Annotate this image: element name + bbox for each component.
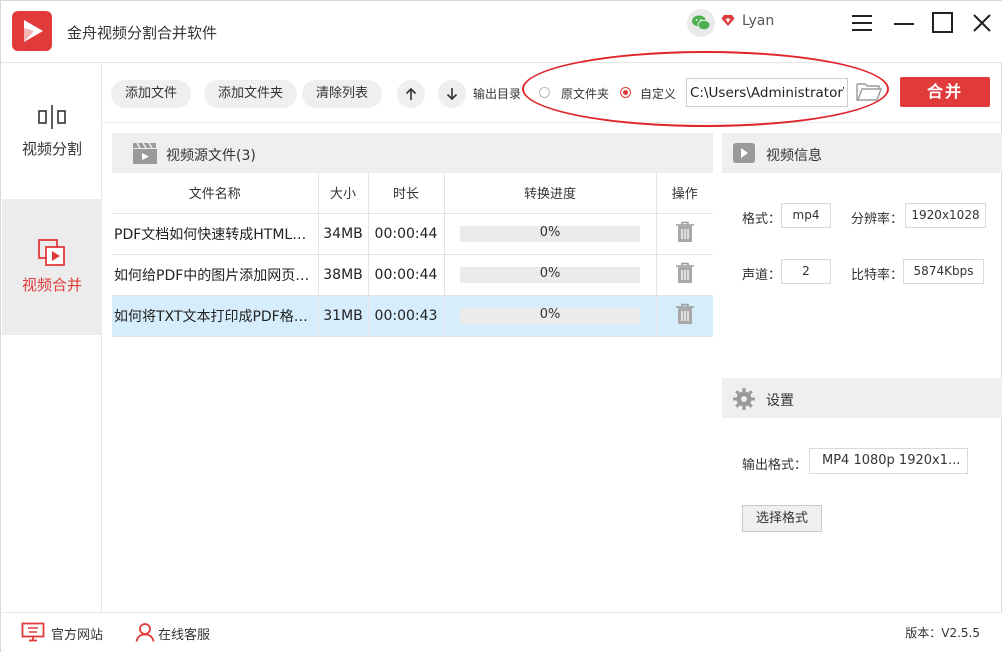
format-label: 格式： [742,212,782,227]
radio-custom-label[interactable]: 自定义 [640,85,676,102]
column-header-duration: 时长 [368,173,445,214]
toolbar: 添加文件 添加文件夹 清除列表 输出目录 原文件夹 自定义 合并 [102,63,1002,123]
clapperboard-icon [132,141,158,169]
file-duration: 00:00:43 [368,295,445,337]
trash-icon[interactable] [675,303,695,329]
table-header-row: 文件名称 大小 时长 转换进度 操作 [112,173,713,214]
arrow-down-icon [446,88,458,101]
sidebar-item-merge[interactable]: 视频合并 [2,199,102,335]
column-header-action: 操作 [656,173,713,214]
menu-icon[interactable] [850,11,874,35]
resolution-value: 1920x1028 [905,203,986,228]
video-info-title: 视频信息 [766,148,822,164]
settings-header: 设置 [722,378,1002,418]
move-up-button[interactable] [397,80,425,108]
add-file-button[interactable]: 添加文件 [111,80,192,108]
close-icon[interactable] [970,11,994,35]
add-folder-button[interactable]: 添加文件夹 [204,80,298,108]
maximize-icon[interactable] [931,11,955,35]
file-duration: 00:00:44 [368,213,445,255]
progress-cell: 0% [444,254,657,296]
folder-open-icon[interactable] [856,80,882,106]
radio-source-label[interactable]: 原文件夹 [561,85,609,102]
progress-text: 0% [539,265,561,281]
video-play-icon [732,142,756,168]
file-name: 如何将TXT文本打印成PDF格式... [112,295,319,337]
file-list-header: 视频源文件(3) [112,133,713,173]
file-name: 如何给PDF中的图片添加网页链接... [112,254,319,296]
column-header-progress: 转换进度 [444,173,657,214]
format-value: mp4 [781,203,831,228]
trash-icon[interactable] [675,221,695,247]
status-bar: 官方网站 在线客服 版本：V2.5.5 [2,612,1002,652]
app-window: 金舟视频分割合并软件 Lyan 视频分割 视频合并 添加文件 添加文件夹 清除列… [0,0,1002,652]
progress-text: 0% [539,224,561,240]
split-icon [36,101,68,133]
trash-icon[interactable] [675,262,695,288]
minimize-icon[interactable] [892,11,916,35]
app-logo-icon [12,11,52,51]
monitor-icon [21,622,45,646]
output-format-label: 输出格式： [742,458,808,473]
file-duration: 00:00:44 [368,254,445,296]
column-header-size: 大小 [318,173,369,214]
radio-custom[interactable] [620,87,631,98]
vip-diamond-icon [721,14,735,31]
move-down-button[interactable] [438,80,466,108]
merge-button[interactable]: 合并 [900,77,990,107]
progress-cell: 0% [444,213,657,255]
action-cell [656,295,713,337]
file-size: 31MB [318,295,369,337]
official-website-link[interactable]: 官方网站 [51,624,103,643]
sidebar-item-split[interactable]: 视频分割 [2,63,102,199]
table-row[interactable]: 如何给PDF中的图片添加网页链接... 38MB 00:00:44 0% [112,254,713,296]
progress-bar: 0% [460,306,640,324]
app-title: 金舟视频分割合并软件 [67,24,218,42]
progress-bar: 0% [460,265,640,283]
progress-bar: 0% [460,224,640,242]
version-label: 版本：V2.5.5 [905,626,980,640]
channel-value: 2 [781,259,831,284]
sidebar-item-label: 视频分割 [21,140,82,158]
online-support-link[interactable]: 在线客服 [158,624,210,643]
file-size: 34MB [318,213,369,255]
arrow-up-icon [405,87,417,100]
radio-source-folder[interactable] [539,87,550,98]
bitrate-label: 比特率： [851,268,904,283]
progress-text: 0% [539,306,561,322]
output-dir-label: 输出目录 [473,87,522,101]
username[interactable]: Lyan [742,13,774,29]
action-cell [656,254,713,296]
wechat-icon[interactable] [687,9,715,37]
customer-service-icon [135,622,155,646]
choose-format-button[interactable]: 选择格式 [742,505,822,532]
resolution-label: 分辨率： [851,212,904,227]
clear-list-button[interactable]: 清除列表 [302,80,383,108]
channel-label: 声道： [742,268,782,283]
file-name: PDF文档如何快速转成HTML网页... [112,213,319,255]
output-path-input[interactable] [686,78,848,107]
action-cell [656,213,713,255]
bitrate-value: 5874Kbps [903,259,984,284]
output-format-field[interactable]: MP4 1080p 1920x1... [809,448,968,474]
merge-icon [36,237,68,269]
sidebar: 视频分割 视频合并 [2,63,102,612]
title-bar: 金舟视频分割合并软件 Lyan [1,1,1002,63]
video-info-header: 视频信息 [722,133,1002,173]
settings-title: 设置 [766,393,794,409]
column-header-name: 文件名称 [112,173,319,214]
sidebar-item-label: 视频合并 [21,276,82,294]
file-list-title: 视频源文件(3) [166,148,256,164]
file-size: 38MB [318,254,369,296]
file-table: 文件名称 大小 时长 转换进度 操作 PDF文档如何快速转成HTML网页... … [112,173,713,337]
progress-cell: 0% [444,295,657,337]
table-row-selected[interactable]: 如何将TXT文本打印成PDF格式... 31MB 00:00:43 0% [112,295,713,337]
table-row[interactable]: PDF文档如何快速转成HTML网页... 34MB 00:00:44 0% [112,213,713,255]
gear-icon [732,387,756,415]
